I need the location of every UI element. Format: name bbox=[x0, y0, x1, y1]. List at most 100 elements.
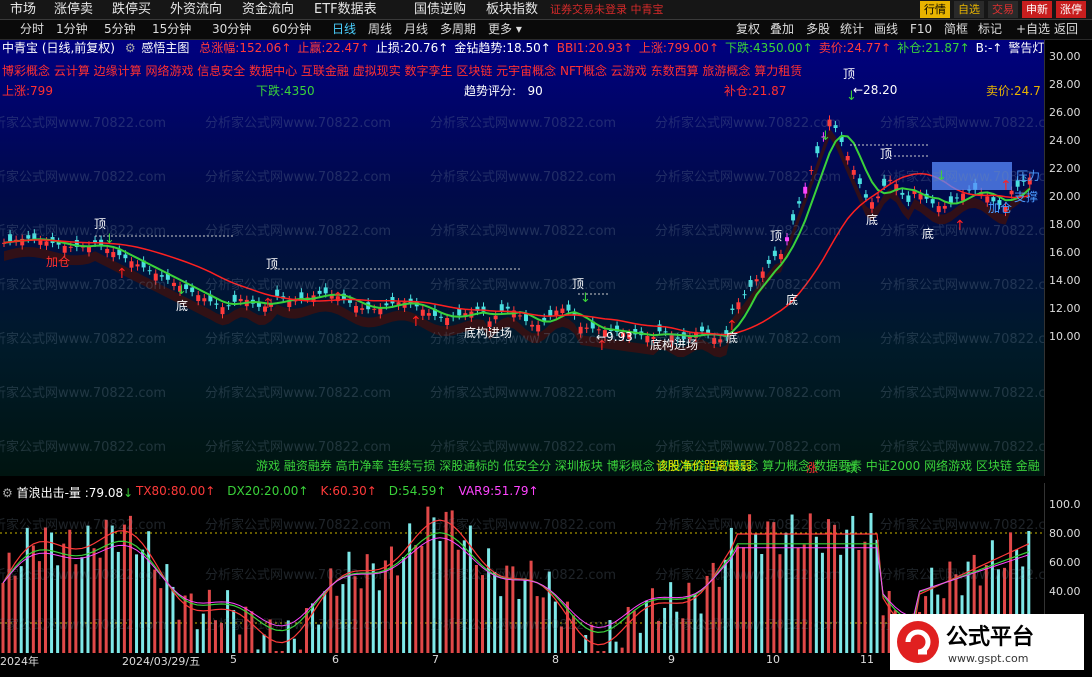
candle-body bbox=[238, 298, 243, 302]
mode-button-2[interactable]: 交易 bbox=[988, 1, 1018, 18]
watermark: 分析家公式网www.70822.com bbox=[430, 617, 616, 633]
candle-body bbox=[354, 306, 359, 313]
volume-bar bbox=[43, 527, 47, 653]
maijia-label: 卖价:24.7 bbox=[986, 84, 1041, 98]
toolbar-btn-3[interactable]: 统计 bbox=[840, 21, 864, 38]
price-tick: 28.00 bbox=[1049, 78, 1081, 91]
sub-chart-panel[interactable]: 分析家公式网www.70822.com 分析家公式网www.70822.com 分析… bbox=[0, 499, 1044, 653]
watermark: 分析家公式网www.70822.com bbox=[205, 116, 392, 131]
toolbar-btn-7[interactable]: 标记 bbox=[978, 21, 1002, 38]
period-tab-3[interactable]: 15分钟 bbox=[152, 20, 191, 39]
watermark: 分析家公式网www.70822.com bbox=[0, 224, 167, 239]
indicator-item-3: 金钻趋势:18.50↑ bbox=[454, 41, 551, 55]
volume-bar bbox=[13, 575, 17, 653]
period-tab-4[interactable]: 30分钟 bbox=[212, 20, 251, 39]
period-tab-8[interactable]: 月线 bbox=[404, 20, 428, 39]
logo-text: 公式平台 bbox=[946, 624, 1034, 650]
chart-tag: ↓ bbox=[176, 283, 187, 298]
chart-tag: 顶 bbox=[266, 257, 278, 271]
candle-body bbox=[730, 308, 735, 310]
volume-bar bbox=[92, 548, 96, 653]
price-tick: 16.00 bbox=[1049, 246, 1081, 259]
period-tab-9[interactable]: 多周期 bbox=[440, 20, 476, 39]
concept-tags-bottom: 游戏 融资融券 高市净率 连续亏损 深股通标的 低安全分 深圳板块 博彩概念 创… bbox=[256, 459, 1044, 473]
watermark: 分析家公式网www.70822.com bbox=[430, 567, 616, 583]
price-tick: 10.00 bbox=[1049, 330, 1081, 343]
date-tick: 5 bbox=[230, 653, 237, 666]
main-chart-panel[interactable]: 顶顶顶顶顶顶加仓 加仓 压力 支撑 底构进场 底构进场底底底底底 ←28.20 ←9.93 涨跌… bbox=[0, 40, 1044, 476]
volume-bar bbox=[766, 521, 770, 653]
volume-kdj-chart[interactable]: 分析家公式网www.70822.com 分析家公式网www.70822.com 分析… bbox=[0, 499, 1044, 653]
candle-body bbox=[530, 324, 535, 327]
volume-bar bbox=[857, 549, 861, 653]
volume-bar bbox=[238, 634, 242, 653]
watermark: 分析家公式网www.70822.com bbox=[430, 517, 616, 533]
candle-body bbox=[876, 196, 881, 199]
menu-item-5[interactable]: ETF数据表 bbox=[314, 0, 377, 19]
sub-item-0: TX80:80.00↑ bbox=[136, 484, 216, 498]
toolbar-btn-8[interactable]: +自选 bbox=[1016, 21, 1050, 38]
watermark: 分析家公式网www.70822.com bbox=[430, 332, 617, 347]
volume-bar bbox=[86, 525, 90, 653]
menu-item-2[interactable]: 跌停买 bbox=[112, 0, 151, 19]
period-toolbar: 分时 1分钟 5分钟 15分钟 30分钟 60分钟 日线 周线 月线 多周期 更多 ▾ 复权 叠加 多股… bbox=[0, 20, 1092, 40]
period-tab-1[interactable]: 1分钟 bbox=[56, 20, 88, 39]
price-tick: 30.00 bbox=[1049, 50, 1081, 63]
candle-body bbox=[554, 310, 559, 316]
indicator-item-5: 上涨:799.00↑ bbox=[638, 41, 719, 55]
volume-bar bbox=[292, 638, 296, 653]
fall-count: 下跌:4350 bbox=[256, 84, 315, 98]
volume-bar bbox=[754, 533, 758, 653]
toolbar-btn-0[interactable]: 复权 bbox=[736, 21, 760, 38]
watermark: 分析家公式网www.70822.com bbox=[430, 224, 617, 239]
mode-button-3[interactable]: 申新 bbox=[1022, 1, 1052, 18]
toolbar-btn-2[interactable]: 多股 bbox=[806, 21, 830, 38]
menu-item-3[interactable]: 外资流向 bbox=[170, 0, 222, 19]
indicator-item-6: 下跌:4350.00↑ bbox=[725, 41, 813, 55]
logo-url: www.gspt.com bbox=[948, 652, 1028, 665]
period-tab-6[interactable]: 日线 bbox=[332, 20, 356, 39]
chart-tag: 顶 bbox=[880, 147, 892, 161]
date-tick: 2024年 bbox=[0, 655, 39, 668]
indicator-name[interactable]: 感悟主图 bbox=[141, 41, 189, 55]
chart-tag: ←28.20 bbox=[853, 83, 897, 97]
volume-bar bbox=[426, 506, 430, 653]
period-tab-0[interactable]: 分时 bbox=[20, 20, 44, 39]
stock-title[interactable]: 中青宝 (日线,前复权) bbox=[2, 41, 115, 55]
period-tab-5[interactable]: 60分钟 bbox=[272, 20, 311, 39]
watermark: 分析家公式网www.70822.com bbox=[880, 170, 1044, 185]
watermark: 分析家公式网www.70822.com bbox=[655, 332, 842, 347]
toolbar-btn-5[interactable]: F10 bbox=[910, 21, 932, 38]
volume-bar bbox=[25, 527, 29, 653]
kline-chart[interactable]: 顶顶顶顶顶顶加仓加仓压力支撑底构进场底构进场底 底底底底←28.20←9.93涨跌… bbox=[0, 40, 1044, 476]
toolbar-btn-9[interactable]: 返回 bbox=[1054, 21, 1078, 38]
candle-body bbox=[857, 178, 862, 184]
toolbar-btn-1[interactable]: 叠加 bbox=[770, 21, 794, 38]
candle-body bbox=[900, 192, 905, 195]
candle-body bbox=[517, 315, 522, 317]
period-tab-7[interactable]: 周线 bbox=[368, 20, 392, 39]
mode-button-1[interactable]: 自选 bbox=[954, 1, 984, 18]
menu-item-1[interactable]: 涨停卖 bbox=[54, 0, 93, 19]
candle-body bbox=[360, 308, 365, 310]
watermark: 分析家公式网www.70822.com bbox=[0, 278, 167, 293]
mode-button-0[interactable]: 行情 bbox=[920, 1, 950, 18]
menu-item-4[interactable]: 资金流向 bbox=[242, 0, 294, 19]
menu-item-7[interactable]: 板块指数 bbox=[486, 0, 538, 19]
watermark: 分析家公式网www.70822.com bbox=[430, 116, 617, 131]
toolbar-btn-4[interactable]: 画线 bbox=[874, 21, 898, 38]
candle-body bbox=[129, 261, 134, 268]
watermark: 分析家公式网www.70822.com bbox=[655, 617, 841, 633]
mode-button-4[interactable]: 涨停 bbox=[1056, 1, 1086, 18]
candle-body bbox=[961, 193, 966, 201]
gear-icon[interactable]: ⚙ bbox=[125, 41, 136, 55]
period-tab-2[interactable]: 5分钟 bbox=[104, 20, 136, 39]
watermark: 分析家公式网www.70822.com bbox=[205, 278, 392, 293]
volume-bar bbox=[523, 578, 527, 653]
period-tab-10[interactable]: 更多 ▾ bbox=[488, 20, 522, 39]
toolbar-btn-6[interactable]: 简框 bbox=[944, 21, 968, 38]
menu-item-6[interactable]: 国债逆购 bbox=[414, 0, 466, 19]
candle-body bbox=[954, 197, 959, 199]
menu-item-0[interactable]: 市场 bbox=[10, 0, 36, 19]
sub-tick: 60.00 bbox=[1049, 556, 1081, 569]
